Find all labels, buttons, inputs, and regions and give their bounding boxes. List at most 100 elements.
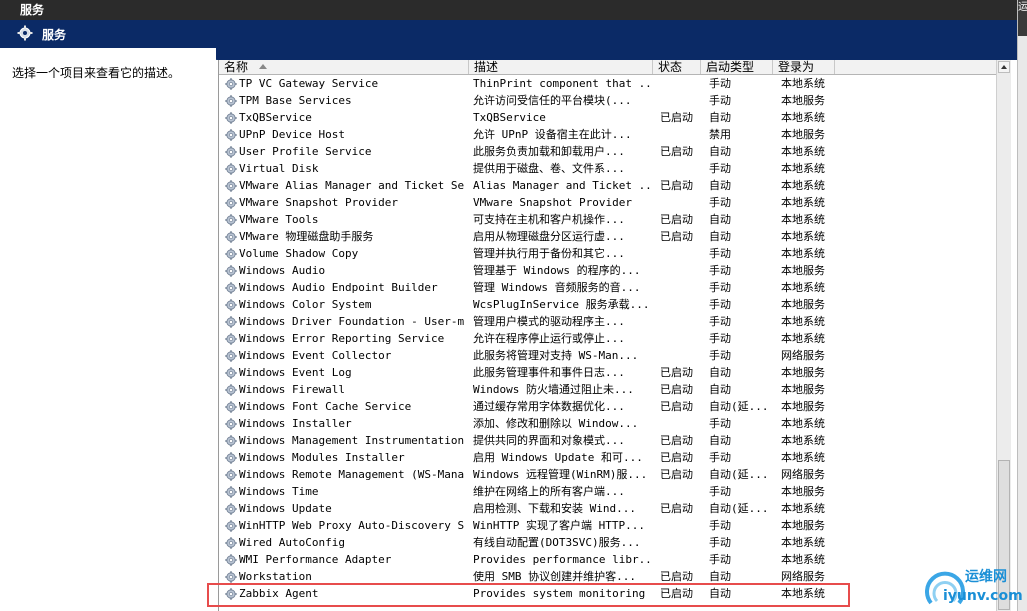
service-gear-icon [225, 180, 237, 192]
table-row[interactable]: Windows Event Log 此服务管理事件和事件日志... 已启动 自动 本地服… [219, 364, 997, 381]
table-row[interactable]: WMI Performance Adapter Provides performa… [219, 551, 997, 568]
table-row[interactable]: Windows Driver Foundation - User-m... 管理用… [219, 313, 997, 330]
table-row[interactable]: VMware 物理磁盘助手服务 启用从物理磁盘分区运行虚... 已启动 自动 本地系统 [219, 228, 997, 245]
column-header-description[interactable]: 描述 [469, 60, 653, 74]
service-status: 已启动 [660, 400, 693, 413]
column-header-name[interactable]: 名称 [219, 60, 469, 74]
table-row[interactable]: Zabbix Agent Provides system monitoring 已启… [219, 585, 997, 602]
scroll-up-button[interactable] [998, 61, 1010, 73]
service-description: Provides system monitoring [473, 587, 646, 600]
table-row[interactable]: User Profile Service 此服务负责加载和卸载用户... 已启动 自动… [219, 143, 997, 160]
service-gear-icon [225, 112, 237, 124]
service-gear-icon [225, 333, 237, 345]
table-row[interactable]: Windows Font Cache Service 通过缓存常用字体数据优化..… [219, 398, 997, 415]
service-gear-icon [225, 146, 237, 158]
service-description: Provides performance libr... [473, 553, 653, 566]
service-startup-type: 手动 [709, 485, 731, 498]
column-header-logon-as[interactable]: 登录为 [773, 60, 835, 74]
service-logon-as: 本地系统 [781, 451, 825, 464]
table-row[interactable]: Wired AutoConfig 有线自动配置(DOT3SVC)服务... 手动 本地… [219, 534, 997, 551]
service-gear-icon [225, 95, 237, 107]
service-description: Windows 防火墙通过阻止未... [473, 383, 634, 396]
service-name: Windows Management Instrumentation [239, 434, 465, 447]
service-startup-type: 自动 [709, 111, 731, 124]
table-row[interactable]: Windows Update 启用检测、下载和安装 Wind... 已启动 自动(延.… [219, 500, 997, 517]
service-gear-icon [225, 265, 237, 277]
adjacent-window-edge: 运 [1017, 0, 1027, 611]
service-gear-icon [225, 486, 237, 498]
service-description: 此服务负责加载和卸载用户... [473, 145, 625, 158]
service-name: VMware Tools [239, 213, 319, 226]
table-row[interactable]: Windows Event Collector 此服务将管理对支持 WS-Man.… [219, 347, 997, 364]
table-row[interactable]: TP VC Gateway Service ThinPrint component… [219, 75, 997, 92]
service-name: Windows Audio [239, 264, 326, 277]
service-startup-type: 手动 [709, 553, 731, 566]
service-status: 已启动 [660, 451, 693, 464]
service-status: 已启动 [660, 587, 693, 600]
service-description: 通过缓存常用字体数据优化... [473, 400, 625, 413]
column-header-status[interactable]: 状态 [653, 60, 701, 74]
service-logon-as: 本地服务 [781, 519, 825, 532]
table-row[interactable]: Windows Installer 添加、修改和删除以 Window... 手动 本地… [219, 415, 997, 432]
table-row[interactable]: Windows Modules Installer 启用 Windows Upda… [219, 449, 997, 466]
service-status: 已启动 [660, 213, 693, 226]
window-title: 服务 [20, 3, 45, 17]
table-row[interactable]: Windows Audio Endpoint Builder 管理 Windows… [219, 279, 997, 296]
service-name: Wired AutoConfig [239, 536, 345, 549]
service-name: User Profile Service [239, 145, 372, 158]
table-row[interactable]: UPnP Device Host 允许 UPnP 设备宿主在此计... 禁用 本地服务 [219, 126, 997, 143]
description-text: 选择一个项目来查看它的描述。 [12, 66, 181, 80]
service-gear-icon [225, 537, 237, 549]
table-row[interactable]: TxQBService TxQBService 已启动 自动 本地系统 [219, 109, 997, 126]
table-row[interactable]: WinHTTP Web Proxy Auto-Discovery S... Win… [219, 517, 997, 534]
adjacent-window-tab[interactable]: 运 [1018, 0, 1027, 16]
service-description: 启用从物理磁盘分区运行虚... [473, 230, 625, 243]
table-row[interactable]: Windows Time 维护在网络上的所有客户端... 手动 本地服务 [219, 483, 997, 500]
table-row[interactable]: VMware Alias Manager and Ticket Se... Ali… [219, 177, 997, 194]
column-header-startup-type[interactable]: 启动类型 [701, 60, 773, 74]
table-row[interactable]: Windows Management Instrumentation 提供共同的界… [219, 432, 997, 449]
service-status: 已启动 [660, 383, 693, 396]
service-status: 已启动 [660, 366, 693, 379]
service-logon-as: 本地服务 [781, 298, 825, 311]
service-name: Windows Color System [239, 298, 372, 311]
service-gear-icon [225, 282, 237, 294]
table-row[interactable]: Volume Shadow Copy 管理并执行用于备份和其它... 手动 本地系统 [219, 245, 997, 262]
table-row[interactable]: Virtual Disk 提供用于磁盘、卷、文件系... 手动 本地系统 [219, 160, 997, 177]
table-row[interactable]: TPM Base Services 允许访问受信任的平台模块(... 手动 本地服务 [219, 92, 997, 109]
table-row[interactable]: VMware Snapshot Provider VMware Snapshot … [219, 194, 997, 211]
table-row[interactable]: VMware Tools 可支持在主机和客户机操作... 已启动 自动 本地系统 [219, 211, 997, 228]
service-logon-as: 网络服务 [781, 570, 825, 583]
table-row[interactable]: Windows Audio 管理基于 Windows 的程序的... 手动 本地服务 [219, 262, 997, 279]
service-gear-icon [225, 248, 237, 260]
vertical-scrollbar[interactable] [996, 60, 1011, 611]
table-row[interactable]: Windows Error Reporting Service 允许在程序停止运行… [219, 330, 997, 347]
service-startup-type: 手动 [709, 247, 731, 260]
table-row[interactable]: Windows Firewall Windows 防火墙通过阻止未... 已启动 自动… [219, 381, 997, 398]
service-name: Windows Driver Foundation - User-m... [239, 315, 465, 328]
service-description: 维护在网络上的所有客户端... [473, 485, 625, 498]
sort-arrow-icon [259, 64, 267, 69]
table-row[interactable]: Windows Remote Management (WS-Mana... Win… [219, 466, 997, 483]
service-description: WcsPlugInService 服务承载... [473, 298, 650, 311]
service-name: TPM Base Services [239, 94, 352, 107]
service-gear-icon [225, 418, 237, 430]
service-startup-type: 自动(延... [709, 502, 769, 515]
service-status: 已启动 [660, 230, 693, 243]
service-startup-type: 手动 [709, 519, 731, 532]
service-logon-as: 本地服务 [781, 400, 825, 413]
service-startup-type: 手动 [709, 196, 731, 209]
service-description: 管理 Windows 音频服务的音... [473, 281, 641, 294]
service-status: 已启动 [660, 434, 693, 447]
gear-icon [17, 25, 33, 41]
service-logon-as: 本地系统 [781, 434, 825, 447]
table-row[interactable]: Windows Color System WcsPlugInService 服务承… [219, 296, 997, 313]
table-row[interactable]: Workstation 使用 SMB 协议创建并维护客... 已启动 自动 网络服务 [219, 568, 997, 585]
services-list[interactable]: 名称 描述 状态 启动类型 登录为 TP VC Gateway Service T… [218, 60, 997, 611]
service-name: Windows Error Reporting Service [239, 332, 445, 345]
service-startup-type: 自动 [709, 230, 731, 243]
service-logon-as: 本地系统 [781, 196, 825, 209]
service-gear-icon [225, 78, 237, 90]
service-name: VMware 物理磁盘助手服务 [239, 230, 374, 243]
service-logon-as: 本地系统 [781, 332, 825, 345]
